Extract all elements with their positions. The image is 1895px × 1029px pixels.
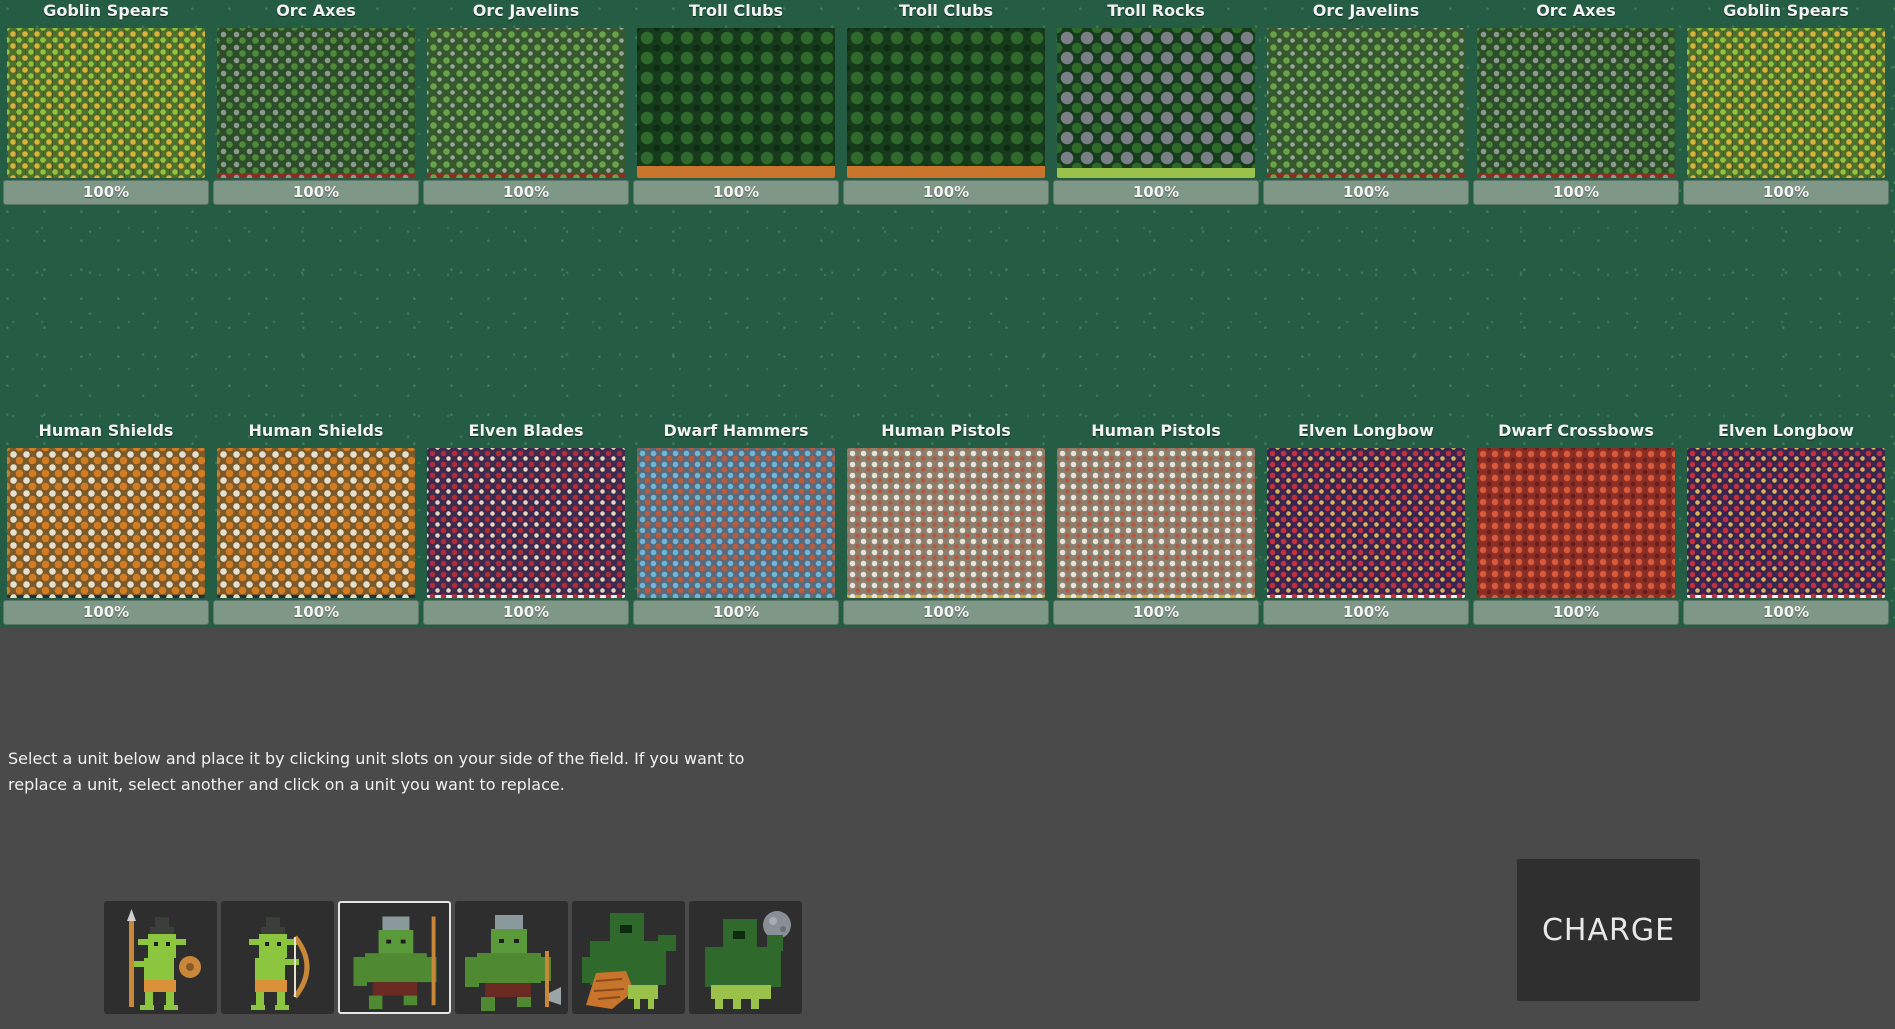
instructions-text: Select a unit below and place it by clic… <box>8 749 745 794</box>
orc-axes-formation <box>217 28 415 178</box>
enemy-slot-5: Troll Clubs 100% <box>843 0 1049 210</box>
select-orc-axe[interactable] <box>455 901 568 1014</box>
player-slot-3[interactable]: Elven Blades 100% <box>423 420 629 630</box>
unit-health-bar: 100% <box>1473 600 1679 625</box>
unit-name: Troll Clubs <box>898 1 994 20</box>
elven-longbow-formation[interactable] <box>1687 448 1885 598</box>
unit-health-bar: 100% <box>1683 600 1889 625</box>
unit-health-bar: 100% <box>1263 180 1469 205</box>
goblin-spear-icon <box>127 909 201 1010</box>
dwarf-hammers-formation[interactable] <box>637 448 835 598</box>
unit-health-bar: 100% <box>843 600 1049 625</box>
troll-rock-icon <box>705 911 791 1009</box>
troll-clubs-formation <box>847 28 1045 178</box>
player-slot-7[interactable]: Elven Longbow 100% <box>1263 420 1469 630</box>
player-slot-6[interactable]: Human Pistols 100% <box>1053 420 1259 630</box>
human-pistols-formation[interactable] <box>1057 448 1255 598</box>
unit-name: Orc Axes <box>1536 1 1616 20</box>
unit-health-bar: 100% <box>1683 180 1889 205</box>
select-troll-rock[interactable] <box>689 901 802 1014</box>
select-orc-javelin[interactable] <box>338 901 451 1014</box>
select-goblin-archer[interactable] <box>221 901 334 1014</box>
unit-health-bar: 100% <box>423 600 629 625</box>
unit-name: Human Shields <box>248 421 384 440</box>
enemy-slot-3: Orc Javelins 100% <box>423 0 629 210</box>
orc-javelin-icon <box>353 916 437 1010</box>
player-unit-row: Human Shields 100% Human Shields 100% El… <box>0 420 1895 630</box>
unit-name: Orc Javelins <box>1312 1 1420 20</box>
unit-health-bar: 100% <box>1053 180 1259 205</box>
player-slot-1[interactable]: Human Shields 100% <box>3 420 209 630</box>
unit-health-bar: 100% <box>213 600 419 625</box>
unit-name: Human Shields <box>38 421 174 440</box>
enemy-slot-7: Orc Javelins 100% <box>1263 0 1469 210</box>
unit-name: Elven Longbow <box>1298 421 1434 440</box>
unit-name: Goblin Spears <box>1723 1 1849 20</box>
dwarf-crossbows-formation[interactable] <box>1477 448 1675 598</box>
troll-clubs-formation <box>637 28 835 178</box>
unit-health-bar: 100% <box>633 600 839 625</box>
orc-javelins-formation <box>427 28 625 178</box>
unit-name: Human Pistols <box>881 421 1011 440</box>
unit-name: Dwarf Hammers <box>663 421 809 440</box>
battlefield: Goblin Spears 100% Orc Axes 100% Orc Jav… <box>0 0 1895 628</box>
select-troll-club[interactable] <box>572 901 685 1014</box>
player-slot-9[interactable]: Elven Longbow 100% <box>1683 420 1889 630</box>
troll-club-icon <box>582 913 676 1009</box>
unit-name: Goblin Spears <box>43 1 169 20</box>
enemy-slot-4: Troll Clubs 100% <box>633 0 839 210</box>
unit-health-bar: 100% <box>843 180 1049 205</box>
goblin-spears-formation <box>7 28 205 178</box>
unit-name: Elven Blades <box>468 421 584 440</box>
enemy-slot-8: Orc Axes 100% <box>1473 0 1679 210</box>
enemy-unit-row: Goblin Spears 100% Orc Axes 100% Orc Jav… <box>0 0 1895 210</box>
goblin-spears-formation <box>1687 28 1885 178</box>
troll-rocks-formation <box>1057 28 1255 178</box>
unit-health-bar: 100% <box>633 180 839 205</box>
human-shields-formation[interactable] <box>217 448 415 598</box>
unit-name: Elven Longbow <box>1718 421 1854 440</box>
orc-axes-formation <box>1477 28 1675 178</box>
unit-health-bar: 100% <box>1263 600 1469 625</box>
unit-name: Troll Rocks <box>1107 1 1205 20</box>
human-shields-formation[interactable] <box>7 448 205 598</box>
unit-name: Orc Javelins <box>472 1 580 20</box>
orc-javelins-formation <box>1267 28 1465 178</box>
unit-health-bar: 100% <box>213 180 419 205</box>
select-goblin-spear[interactable] <box>104 901 217 1014</box>
elven-blades-formation[interactable] <box>427 448 625 598</box>
unit-name: Human Pistols <box>1091 421 1221 440</box>
elven-longbow-formation[interactable] <box>1267 448 1465 598</box>
enemy-slot-1: Goblin Spears 100% <box>3 0 209 210</box>
enemy-slot-2: Orc Axes 100% <box>213 0 419 210</box>
human-pistols-formation[interactable] <box>847 448 1045 598</box>
unit-health-bar: 100% <box>1473 180 1679 205</box>
unit-name: Orc Axes <box>276 1 356 20</box>
unit-health-bar: 100% <box>3 600 209 625</box>
unit-health-bar: 100% <box>1053 600 1259 625</box>
unit-health-bar: 100% <box>3 180 209 205</box>
unit-health-bar: 100% <box>423 180 629 205</box>
game-screen: Goblin Spears 100% Orc Axes 100% Orc Jav… <box>0 0 1895 1029</box>
enemy-slot-9: Goblin Spears 100% <box>1683 0 1889 210</box>
player-slot-8[interactable]: Dwarf Crossbows 100% <box>1473 420 1679 630</box>
orc-axe-icon <box>465 915 561 1011</box>
charge-button[interactable]: CHARGE <box>1517 859 1700 1001</box>
player-slot-2[interactable]: Human Shields 100% <box>213 420 419 630</box>
unit-name: Dwarf Crossbows <box>1498 421 1654 440</box>
player-slot-5[interactable]: Human Pistols 100% <box>843 420 1049 630</box>
enemy-slot-6: Troll Rocks 100% <box>1053 0 1259 210</box>
player-slot-4[interactable]: Dwarf Hammers 100% <box>633 420 839 630</box>
goblin-archer-icon <box>249 917 310 1010</box>
unit-name: Troll Clubs <box>688 1 784 20</box>
